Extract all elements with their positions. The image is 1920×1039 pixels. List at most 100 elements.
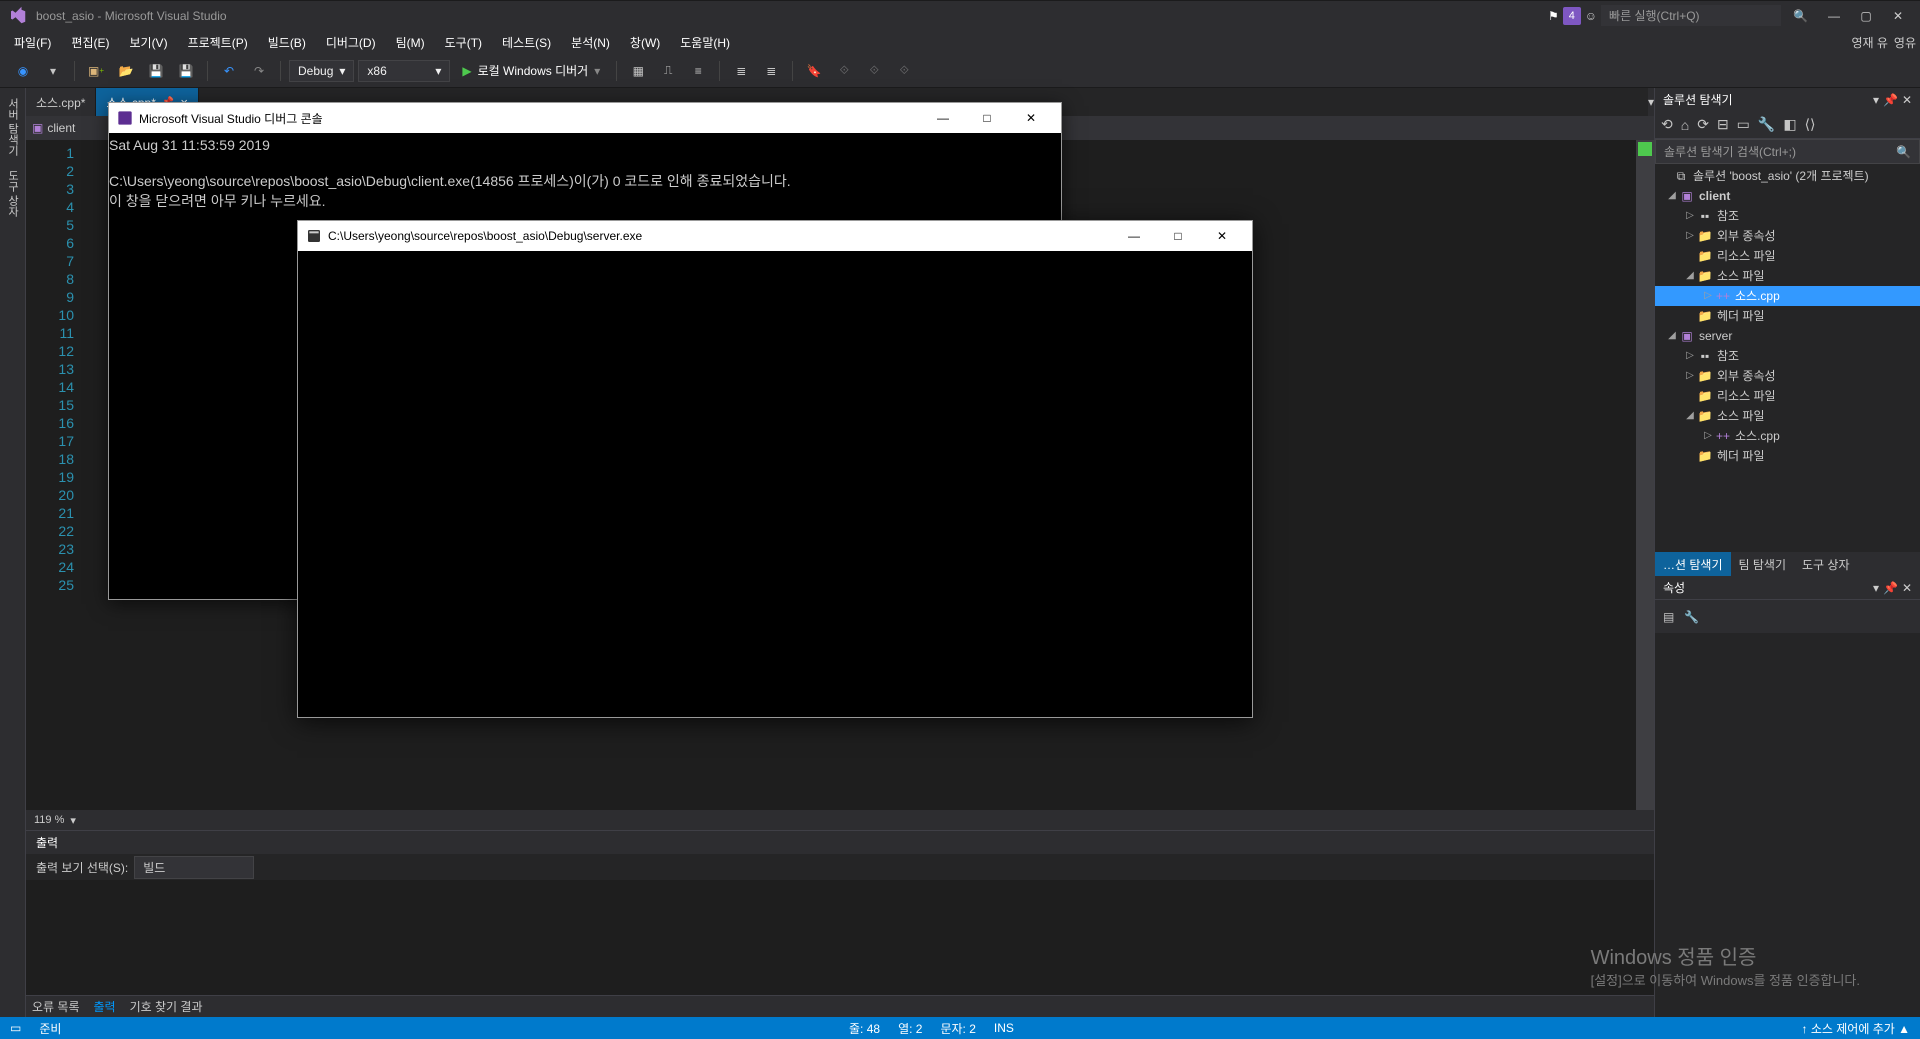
- menu-team[interactable]: 팀(M): [386, 31, 435, 54]
- server-console-body[interactable]: [298, 251, 1252, 717]
- output-source-dropdown[interactable]: 빌드: [134, 856, 254, 879]
- pane-close-icon[interactable]: ✕: [1902, 93, 1912, 107]
- menu-window[interactable]: 창(W): [620, 31, 670, 54]
- pane-dropdown-icon[interactable]: ▾: [1873, 581, 1879, 595]
- tree-solution-root[interactable]: ⧉솔루션 'boost_asio' (2개 프로젝트): [1655, 166, 1920, 186]
- debug-console-titlebar[interactable]: Microsoft Visual Studio 디버그 콘솔 — □ ✕: [109, 103, 1061, 133]
- back-button[interactable]: ◉: [10, 58, 36, 84]
- menu-view[interactable]: 보기(V): [119, 31, 177, 54]
- pane-close-icon[interactable]: ✕: [1902, 581, 1912, 595]
- tree-client-ext[interactable]: ▷📁외부 종속성: [1655, 226, 1920, 246]
- menu-edit[interactable]: 편집(E): [61, 31, 119, 54]
- soln-home-icon[interactable]: ⌂: [1681, 117, 1689, 133]
- soln-collapse-icon[interactable]: ⊟: [1717, 116, 1729, 133]
- toolbar-icon-6[interactable]: ⟐: [831, 58, 857, 84]
- toolbar-icon-3[interactable]: ≡: [685, 58, 711, 84]
- tree-server-res[interactable]: 📁리소스 파일: [1655, 386, 1920, 406]
- maximize-button[interactable]: ▢: [1852, 6, 1880, 26]
- tree-client-res[interactable]: 📁리소스 파일: [1655, 246, 1920, 266]
- tree-server-src[interactable]: ◢📁소스 파일: [1655, 406, 1920, 426]
- tree-client-src[interactable]: ◢📁소스 파일: [1655, 266, 1920, 286]
- forward-button[interactable]: ▾: [40, 58, 66, 84]
- user-badge[interactable]: 영유: [1894, 34, 1916, 51]
- tree-client-refs[interactable]: ▷▪▪참조: [1655, 206, 1920, 226]
- undo-button[interactable]: ↶: [216, 58, 242, 84]
- tree-server-refs[interactable]: ▷▪▪참조: [1655, 346, 1920, 366]
- soln-code-icon[interactable]: ⟨⟩: [1805, 116, 1816, 133]
- save-button[interactable]: 💾: [143, 58, 169, 84]
- solution-search-input[interactable]: 솔루션 탐색기 검색(Ctrl+;) 🔍: [1655, 139, 1920, 164]
- minimize-button[interactable]: —: [1820, 6, 1848, 26]
- console-minimize-button[interactable]: —: [921, 104, 965, 132]
- menu-tools[interactable]: 도구(T): [435, 31, 492, 54]
- toolbox-tab[interactable]: 도구 상자: [3, 164, 23, 223]
- console-close-button[interactable]: ✕: [1200, 222, 1244, 250]
- toolbar-icon-4[interactable]: ≣: [728, 58, 754, 84]
- feedback-icon[interactable]: ☺: [1585, 9, 1597, 23]
- tree-client-hdr[interactable]: 📁헤더 파일: [1655, 306, 1920, 326]
- bookmark-icon[interactable]: 🔖: [801, 58, 827, 84]
- zoom-dropdown-icon[interactable]: ▾: [70, 814, 76, 827]
- menu-help[interactable]: 도움말(H): [670, 31, 740, 54]
- soln-sync-icon[interactable]: ⟳: [1697, 116, 1709, 133]
- toolbar-icon-8[interactable]: ⟐: [891, 58, 917, 84]
- scope-dropdown[interactable]: ▣ client: [32, 121, 75, 135]
- open-file-button[interactable]: 📂: [113, 58, 139, 84]
- notification-badge[interactable]: 4: [1563, 7, 1581, 25]
- new-project-button[interactable]: ▣+: [83, 58, 109, 84]
- pane-tab-team[interactable]: 팀 탐색기: [1731, 552, 1795, 577]
- pane-pin-icon[interactable]: 📌: [1883, 581, 1898, 595]
- soln-properties-icon[interactable]: 🔧: [1758, 116, 1775, 133]
- server-explorer-tab[interactable]: 서버 탐색기: [3, 92, 23, 162]
- soln-preview-icon[interactable]: ◧: [1783, 116, 1796, 133]
- server-console-window[interactable]: C:\Users\yeong\source\repos\boost_asio\D…: [297, 220, 1253, 718]
- tab-find-results[interactable]: 기호 찾기 결과: [130, 998, 203, 1015]
- tree-client-src-cpp[interactable]: ▷++소스.cpp: [1655, 286, 1920, 306]
- toolbar-icon-5[interactable]: ≣: [758, 58, 784, 84]
- pane-tab-toolbox[interactable]: 도구 상자: [1794, 552, 1858, 577]
- console-minimize-button[interactable]: —: [1112, 222, 1156, 250]
- tree-server-hdr[interactable]: 📁헤더 파일: [1655, 446, 1920, 466]
- user-name[interactable]: 영재 유: [1851, 34, 1887, 51]
- console-maximize-button[interactable]: □: [965, 104, 1009, 132]
- console-close-button[interactable]: ✕: [1009, 104, 1053, 132]
- redo-button[interactable]: ↷: [246, 58, 272, 84]
- close-button[interactable]: ✕: [1884, 6, 1912, 26]
- search-icon[interactable]: 🔍: [1793, 9, 1808, 23]
- config-dropdown[interactable]: Debug▾: [289, 60, 354, 82]
- menu-analyze[interactable]: 분석(N): [561, 31, 620, 54]
- status-source-control[interactable]: ↑ 소스 제어에 추가 ▲: [1802, 1020, 1911, 1037]
- server-console-titlebar[interactable]: C:\Users\yeong\source\repos\boost_asio\D…: [298, 221, 1252, 251]
- tab-source-1[interactable]: 소스.cpp*: [26, 88, 96, 116]
- tree-server-src-cpp[interactable]: ▷++소스.cpp: [1655, 426, 1920, 446]
- properties-grid[interactable]: [1655, 633, 1920, 1017]
- menu-test[interactable]: 테스트(S): [492, 31, 561, 54]
- props-categorized-icon[interactable]: ▤: [1663, 610, 1674, 624]
- overview-ruler[interactable]: [1636, 140, 1654, 810]
- platform-dropdown[interactable]: x86▾: [358, 60, 450, 82]
- start-debug-button[interactable]: ▶로컬 Windows 디버거▾: [454, 62, 608, 79]
- toolbar-icon-2[interactable]: ⎍: [655, 58, 681, 84]
- tab-output[interactable]: 출력: [94, 998, 116, 1015]
- pane-dropdown-icon[interactable]: ▾: [1873, 93, 1879, 107]
- menu-build[interactable]: 빌드(B): [258, 31, 316, 54]
- console-maximize-button[interactable]: □: [1156, 222, 1200, 250]
- soln-show-all-icon[interactable]: ▭: [1737, 116, 1750, 133]
- toolbar-icon-1[interactable]: ▦: [625, 58, 651, 84]
- quick-launch-input[interactable]: 빠른 실행(Ctrl+Q): [1601, 5, 1781, 26]
- flag-icon[interactable]: ⚑: [1548, 9, 1559, 23]
- menu-file[interactable]: 파일(F): [4, 31, 61, 54]
- menu-project[interactable]: 프로젝트(P): [178, 31, 258, 54]
- tree-project-server[interactable]: ◢▣server: [1655, 326, 1920, 346]
- soln-back-icon[interactable]: ⟲: [1661, 116, 1673, 133]
- save-all-button[interactable]: 💾: [173, 58, 199, 84]
- toolbar-icon-7[interactable]: ⟐: [861, 58, 887, 84]
- pane-tab-solution[interactable]: …션 탐색기: [1655, 552, 1731, 577]
- menu-debug[interactable]: 디버그(D): [316, 31, 386, 54]
- zoom-level[interactable]: 119 %: [34, 814, 64, 826]
- tree-server-ext[interactable]: ▷📁외부 종속성: [1655, 366, 1920, 386]
- tab-error-list[interactable]: 오류 목록: [32, 998, 80, 1015]
- pane-pin-icon[interactable]: 📌: [1883, 93, 1898, 107]
- tree-project-client[interactable]: ◢▣client: [1655, 186, 1920, 206]
- output-text[interactable]: [26, 880, 1654, 995]
